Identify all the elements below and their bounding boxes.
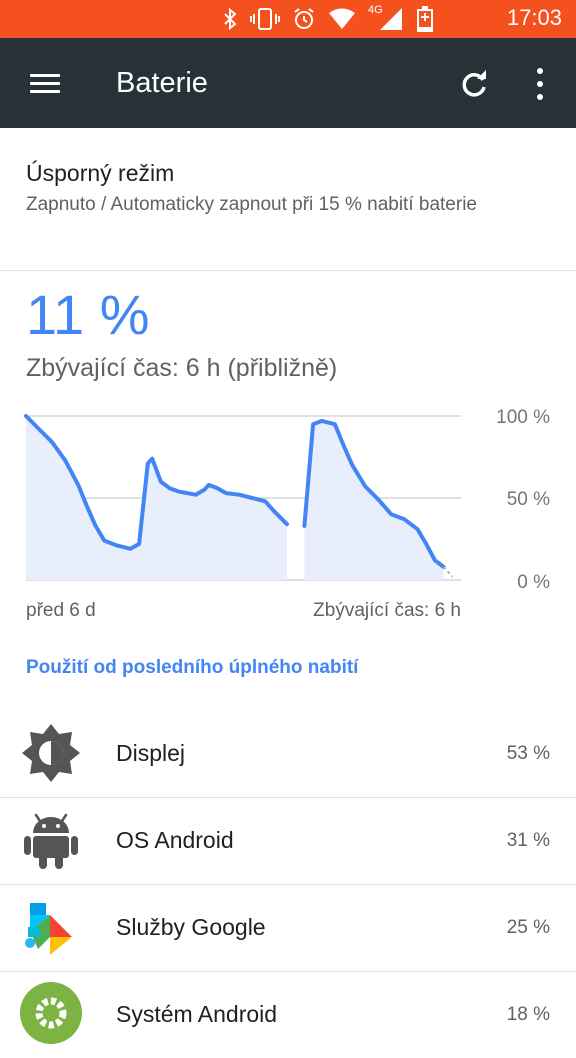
bluetooth-icon xyxy=(224,7,237,31)
more-vert-icon[interactable] xyxy=(528,64,552,104)
app-row-google-services[interactable]: Služby Google 25 % xyxy=(0,885,576,971)
x-tick-label: před 6 d xyxy=(26,600,96,621)
y-tick-label: 0 % xyxy=(517,572,550,593)
vibrate-icon xyxy=(250,8,280,30)
app-percent: 31 % xyxy=(506,830,550,851)
battery-area-segment-2 xyxy=(304,420,444,580)
app-name: Displej xyxy=(116,740,186,766)
google-play-services-icon xyxy=(25,903,72,955)
menu-icon[interactable] xyxy=(30,74,60,94)
app-percent: 18 % xyxy=(506,1004,550,1025)
status-bar: 4G 17:03 xyxy=(0,0,576,38)
wifi-icon xyxy=(329,8,355,29)
battery-remaining-time: Zbývající čas: 6 h (přibližně) xyxy=(26,354,338,382)
y-tick-label: 100 % xyxy=(496,407,550,428)
signal-icon: 4G xyxy=(368,4,404,32)
android-icon xyxy=(24,813,78,869)
app-row-display[interactable]: Displej 53 % xyxy=(0,711,576,797)
status-icons: 4G xyxy=(222,4,434,32)
app-bar: Baterie xyxy=(0,38,576,128)
app-percent: 25 % xyxy=(506,917,550,938)
divider xyxy=(0,270,576,271)
alarm-icon xyxy=(294,8,314,29)
status-time: 17:03 xyxy=(506,5,562,30)
battery-saver-title: Úsporný režim xyxy=(26,160,175,186)
battery-saver-setting[interactable]: Úsporný režim Zapnuto / Automaticky zapn… xyxy=(0,128,576,270)
battery-saver-subtitle: Zapnuto / Automaticky zapnout při 15 % n… xyxy=(26,194,477,215)
battery-percent: 11 % xyxy=(26,283,150,346)
battery-projection-line xyxy=(442,566,454,578)
x-tick-label: Zbývající čas: 6 h xyxy=(313,600,461,621)
y-tick-label: 50 % xyxy=(507,489,550,510)
app-row-system-android[interactable]: Systém Android 18 % xyxy=(0,972,576,1058)
battery-history-chart: 100 % 50 % 0 % xyxy=(24,407,550,593)
refresh-icon[interactable] xyxy=(458,68,490,100)
app-name: Služby Google xyxy=(116,914,266,940)
battery-charging-icon xyxy=(417,6,433,32)
page-title: Baterie xyxy=(116,67,208,99)
brightness-icon xyxy=(22,724,80,782)
app-row-os-android[interactable]: OS Android 31 % xyxy=(0,798,576,884)
app-name: OS Android xyxy=(116,827,234,853)
app-percent: 53 % xyxy=(506,743,550,764)
android-settings-icon xyxy=(20,982,82,1044)
usage-since-full-charge-link[interactable]: Použití od posledního úplného nabití xyxy=(26,657,358,679)
